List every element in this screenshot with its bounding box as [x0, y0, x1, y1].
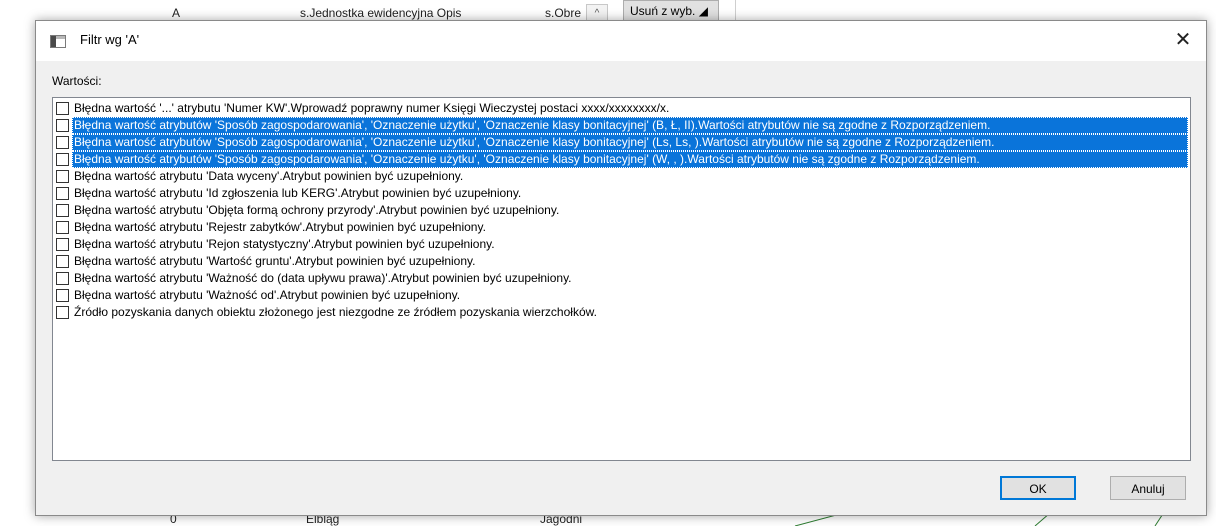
list-item-label: Błędna wartość atrybutów 'Sposób zagospo…	[72, 151, 1188, 168]
ok-button[interactable]: OK	[1000, 476, 1076, 500]
list-item-label: Błędna wartość '...' atrybutu 'Numer KW'…	[74, 101, 670, 115]
checkbox[interactable]	[56, 170, 69, 183]
list-item[interactable]: Błędna wartość atrybutu 'Rejestr zabytkó…	[55, 219, 1188, 236]
close-icon: ✕	[1174, 29, 1192, 51]
background-cell: A	[172, 6, 181, 20]
checkbox[interactable]	[56, 272, 69, 285]
checkbox[interactable]	[56, 289, 69, 302]
list-item[interactable]: Błędna wartość atrybutów 'Sposób zagospo…	[55, 151, 1188, 168]
dialog-title: Filtr wg 'A'	[80, 32, 140, 47]
list-item[interactable]: Błędna wartość atrybutu 'Wartość gruntu'…	[55, 253, 1188, 270]
values-label: Wartości:	[52, 74, 102, 88]
values-checklist[interactable]: Błędna wartość '...' atrybutu 'Numer KW'…	[52, 97, 1191, 461]
background-cell: s.Jednostka ewidencyjna Opis	[300, 6, 462, 20]
list-item-label: Błędna wartość atrybutu 'Rejestr zabytkó…	[74, 220, 486, 234]
list-item-label: Źródło pozyskania danych obiektu złożone…	[74, 305, 597, 319]
list-item[interactable]: Błędna wartość atrybutów 'Sposób zagospo…	[55, 134, 1188, 151]
list-item[interactable]: Błędna wartość atrybutu 'Data wyceny'.At…	[55, 168, 1188, 185]
checkbox[interactable]	[56, 136, 69, 149]
checkbox[interactable]	[56, 102, 69, 115]
list-item[interactable]: Błędna wartość '...' atrybutu 'Numer KW'…	[55, 100, 1188, 117]
list-item-label: Błędna wartość atrybutu 'Data wyceny'.At…	[74, 169, 464, 183]
list-item-label: Błędna wartość atrybutów 'Sposób zagospo…	[72, 134, 1188, 151]
checkbox[interactable]	[56, 255, 69, 268]
remove-from-selection-button[interactable]: Usuń z wyb. ◢	[623, 0, 719, 22]
list-item-label: Błędna wartość atrybutów 'Sposób zagospo…	[72, 117, 1188, 134]
list-item[interactable]: Błędna wartość atrybutu 'Ważność od'.Atr…	[55, 287, 1188, 304]
cancel-button[interactable]: Anuluj	[1110, 476, 1186, 500]
background-cell: s.Obre	[545, 6, 582, 20]
close-button[interactable]: ✕	[1160, 21, 1206, 61]
window-icon	[50, 35, 66, 48]
filter-dialog: Filtr wg 'A' ✕ Wartości: Błędna wartość …	[35, 20, 1207, 516]
checkbox[interactable]	[56, 187, 69, 200]
checkbox[interactable]	[56, 238, 69, 251]
checkbox[interactable]	[56, 221, 69, 234]
list-item-label: Błędna wartość atrybutu 'Id zgłoszenia l…	[74, 186, 522, 200]
list-item[interactable]: Błędna wartość atrybutu 'Rejon statystyc…	[55, 236, 1188, 253]
list-item[interactable]: Błędna wartość atrybutów 'Sposób zagospo…	[55, 117, 1188, 134]
list-item-label: Błędna wartość atrybutu 'Wartość gruntu'…	[74, 254, 476, 268]
list-item[interactable]: Błędna wartość atrybutu 'Id zgłoszenia l…	[55, 185, 1188, 202]
list-item-label: Błędna wartość atrybutu 'Ważność od'.Atr…	[74, 288, 461, 302]
checkbox[interactable]	[56, 119, 69, 132]
list-item[interactable]: Błędna wartość atrybutu 'Objęta formą oc…	[55, 202, 1188, 219]
checkbox[interactable]	[56, 306, 69, 319]
checkbox[interactable]	[56, 153, 69, 166]
dialog-titlebar[interactable]: Filtr wg 'A' ✕	[36, 21, 1206, 61]
checkbox[interactable]	[56, 204, 69, 217]
list-item-label: Błędna wartość atrybutu 'Ważność do (dat…	[74, 271, 572, 285]
list-item-label: Błędna wartość atrybutu 'Objęta formą oc…	[74, 203, 560, 217]
list-item[interactable]: Źródło pozyskania danych obiektu złożone…	[55, 304, 1188, 321]
remove-from-selection-label: Usuń z wyb.	[630, 4, 696, 18]
list-item[interactable]: Błędna wartość atrybutu 'Ważność do (dat…	[55, 270, 1188, 287]
list-item-label: Błędna wartość atrybutu 'Rejon statystyc…	[74, 237, 495, 251]
